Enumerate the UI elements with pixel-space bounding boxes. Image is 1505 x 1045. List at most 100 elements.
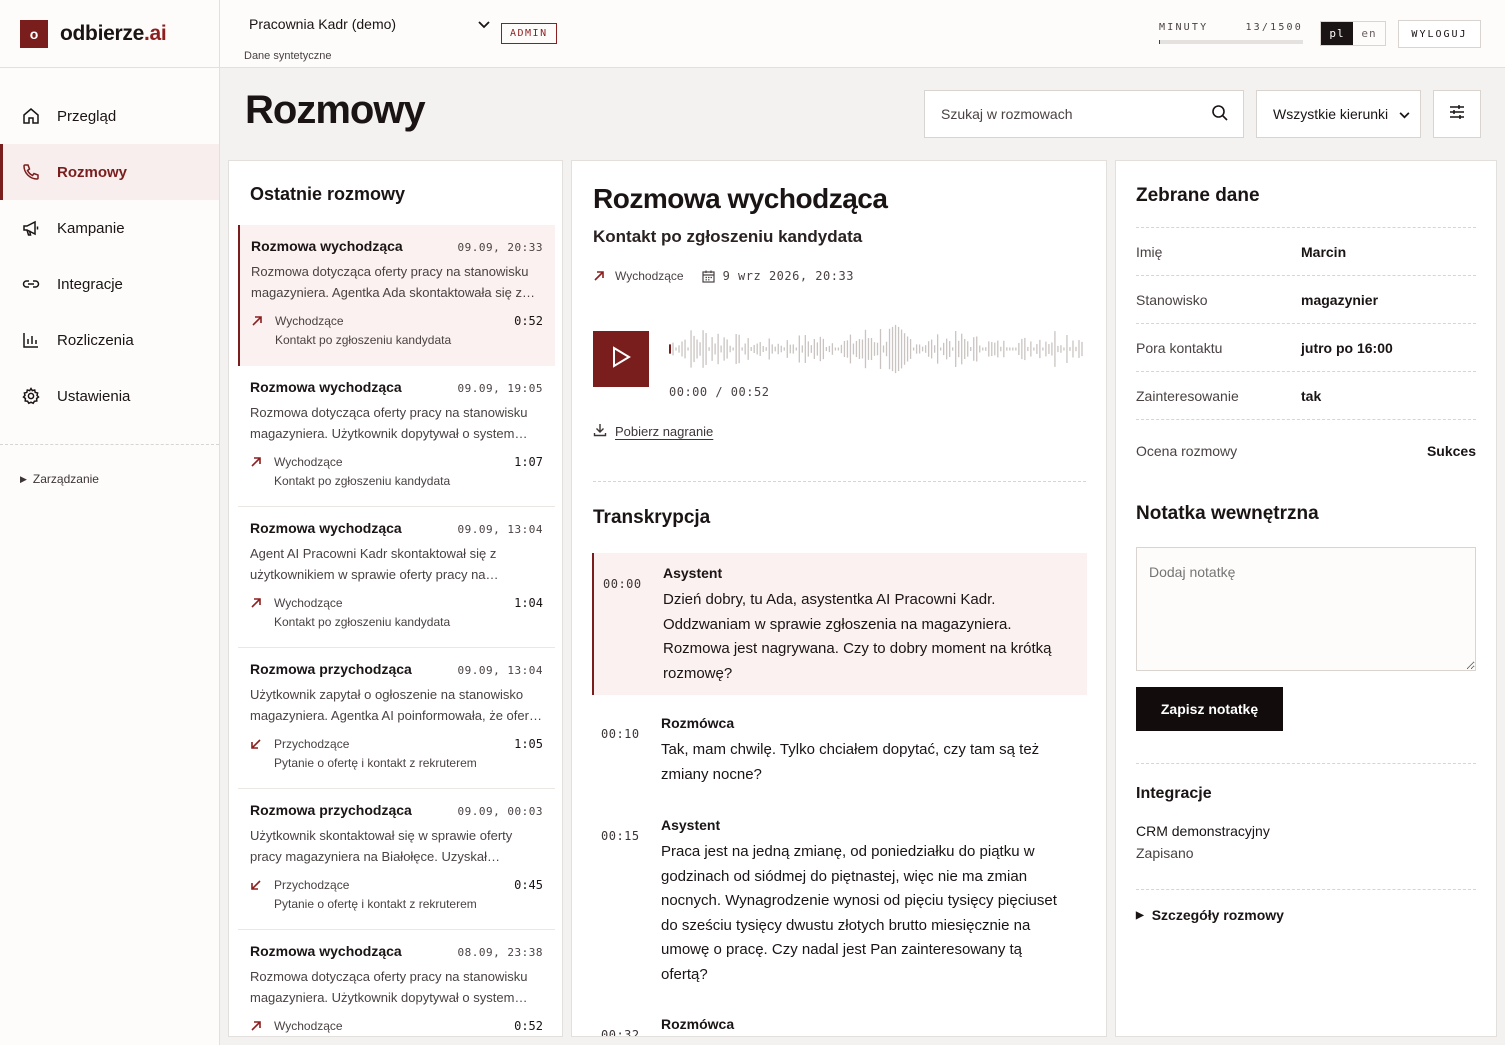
field-value: tak <box>1301 387 1322 404</box>
field-value: magazynier <box>1301 291 1379 308</box>
call-list-item[interactable]: Rozmowa wychodząca 09.09, 13:04 Agent AI P… <box>238 507 555 648</box>
search-icon <box>1211 104 1229 125</box>
sliders-icon <box>1448 103 1466 126</box>
minutes-usage: MINUTY 13/1500 <box>1159 22 1303 44</box>
call-item-summary: Użytkownik skontaktował się w sprawie of… <box>250 828 513 864</box>
call-item-title: Rozmowa wychodząca <box>250 379 402 395</box>
call-item-summary: Użytkownik zapytał o ogłoszenie na stano… <box>250 687 540 723</box>
call-details-toggle[interactable]: ▶ Szczegóły rozmowy <box>1136 907 1284 923</box>
megaphone-icon <box>21 218 41 238</box>
transcript-turn: 00:00 Asystent Dzień dobry, tu Ada, asys… <box>592 553 1087 695</box>
collected-data-panel: Zebrane dane Imię Marcin Stanowisko maga… <box>1115 160 1497 1037</box>
turn-timestamp[interactable]: 00:32 <box>601 1028 640 1036</box>
sidebar-item-billing[interactable]: Rozliczenia <box>0 312 219 368</box>
turn-timestamp[interactable]: 00:10 <box>601 727 640 741</box>
turn-speaker: Asystent <box>661 817 721 833</box>
turn-text: Praca jest na jedną zmianę, od poniedzia… <box>661 843 1057 983</box>
call-item-topic: Pytanie o ofertę i kontakt z rekruterem <box>274 897 477 911</box>
page-title: Rozmowy <box>245 88 426 132</box>
call-item-direction: Wychodzące <box>275 314 344 328</box>
turn-text: Dzień dobry, tu Ada, asystentka AI Praco… <box>663 591 1052 682</box>
call-list-item[interactable]: Rozmowa wychodząca 08.09, 23:38 Rozmowa do… <box>238 930 555 1036</box>
call-item-summary: Rozmowa dotycząca oferty pracy na stanow… <box>251 264 529 300</box>
field-key: Zainteresowanie <box>1136 387 1239 404</box>
transcript-turn: 00:32 Rozmówca <box>592 1004 1087 1036</box>
divider <box>1136 763 1476 764</box>
sidebar-item-integrations[interactable]: Integracje <box>0 256 219 312</box>
topbar: Pracownia Kadr (demo) Dane syntetyczne A… <box>220 0 1505 68</box>
recent-calls-panel: Ostatnie rozmowy Rozmowa wychodząca 09.09… <box>228 160 563 1037</box>
call-item-title: Rozmowa przychodząca <box>250 661 412 677</box>
call-list-item[interactable]: Rozmowa wychodząca 09.09, 19:05 Rozmowa do… <box>238 366 555 507</box>
collected-data-title: Zebrane dane <box>1136 185 1260 206</box>
filters-button[interactable] <box>1433 90 1481 138</box>
call-item-direction-row: Wychodzące 0:52 <box>251 314 543 328</box>
call-item-duration: 1:07 <box>514 455 543 469</box>
outgoing-arrow-icon <box>250 456 274 468</box>
recent-calls-title: Ostatnie rozmowy <box>250 184 406 204</box>
call-item-duration: 0:45 <box>514 878 543 892</box>
outgoing-arrow-icon <box>250 597 274 609</box>
call-date: 9 wrz 2026, 20:33 <box>722 269 854 283</box>
sidebar-item-label: Przegląd <box>57 107 117 125</box>
call-item-summary: Rozmowa dotycząca oferty pracy na stanow… <box>250 405 528 441</box>
language-switch: pl en <box>1320 21 1386 46</box>
call-direction: Wychodzące <box>615 269 684 283</box>
chevron-down-icon <box>478 16 490 32</box>
incoming-arrow-icon <box>250 738 274 750</box>
turn-timestamp[interactable]: 00:15 <box>601 829 640 843</box>
sidebar-item-label: Rozmowy <box>57 163 128 181</box>
call-item-direction-row: Przychodzące 1:05 <box>250 737 543 751</box>
play-button[interactable] <box>593 331 649 387</box>
org-select[interactable]: Pracownia Kadr (demo) <box>244 12 490 36</box>
call-detail-panel: Rozmowa wychodząca Kontakt po zgłoszeniu… <box>571 160 1107 1037</box>
call-item-topic: Kontakt po zgłoszeniu kandydata <box>274 615 451 629</box>
call-item-duration: 0:52 <box>514 314 543 328</box>
call-item-title: Rozmowa wychodząca <box>250 520 402 536</box>
management-toggle[interactable]: ▶ Zarządzanie <box>0 445 219 486</box>
sidebar-item-label: Ustawienia <box>57 387 131 405</box>
lang-en-button[interactable]: en <box>1353 22 1385 45</box>
logout-button[interactable]: WYLOGUJ <box>1398 20 1481 48</box>
org-select-value: Pracownia Kadr (demo) <box>249 16 397 32</box>
call-item-time: 09.09, 20:33 <box>457 241 543 254</box>
call-item-time: 08.09, 23:38 <box>457 946 543 959</box>
sidebar-item-label: Kampanie <box>57 219 125 237</box>
call-item-header: Rozmowa przychodząca 09.09, 13:04 <box>250 661 543 677</box>
sidebar-item-overview[interactable]: Przegląd <box>0 88 219 144</box>
call-item-time: 09.09, 13:04 <box>457 523 543 536</box>
turn-timestamp[interactable]: 00:00 <box>603 577 642 591</box>
download-recording-link[interactable]: Pobierz nagranie <box>593 423 713 440</box>
search-input[interactable]: Szukaj w rozmowach <box>924 90 1244 138</box>
divider <box>1136 889 1476 890</box>
download-label: Pobierz nagranie <box>615 424 714 439</box>
call-item-topic: Pytanie o ofertę i kontakt z rekruterem <box>274 756 477 770</box>
minutes-value: 13/1500 <box>1245 22 1303 33</box>
direction-filter[interactable]: Wszystkie kierunki <box>1256 90 1421 138</box>
field-key: Stanowisko <box>1136 291 1208 308</box>
sidebar: o odbierze.ai Przegląd Rozmowy Kampanie … <box>0 0 220 1045</box>
call-list-item[interactable]: Rozmowa przychodząca 09.09, 13:04 Użytkown… <box>238 648 555 789</box>
audio-clock: 00:00 / 00:52 <box>669 385 770 399</box>
outgoing-arrow-icon <box>593 270 615 282</box>
save-note-button[interactable]: Zapisz notatkę <box>1136 687 1283 731</box>
bar-chart-icon <box>21 330 41 350</box>
call-score-key: Ocena rozmowy <box>1136 442 1238 459</box>
call-item-summary: Rozmowa dotycząca oferty pracy na stanow… <box>250 969 528 1005</box>
outgoing-arrow-icon <box>250 1020 274 1032</box>
call-item-time: 09.09, 00:03 <box>457 805 543 818</box>
lang-pl-button[interactable]: pl <box>1321 22 1353 45</box>
turn-speaker: Rozmówca <box>661 1016 735 1032</box>
internal-note-input[interactable] <box>1136 547 1476 671</box>
home-icon <box>21 106 41 126</box>
call-list-item[interactable]: Rozmowa wychodząca 09.09, 20:33 Rozmowa do… <box>238 225 555 366</box>
phone-icon <box>21 162 41 182</box>
logo-mark: o <box>20 19 48 48</box>
sidebar-item-settings[interactable]: Ustawienia <box>0 368 219 424</box>
field-key: Pora kontaktu <box>1136 339 1223 356</box>
field-row: Pora kontaktu jutro po 16:00 <box>1136 323 1476 371</box>
call-list-item[interactable]: Rozmowa przychodząca 09.09, 00:03 Użytkown… <box>238 789 555 930</box>
sidebar-item-campaigns[interactable]: Kampanie <box>0 200 219 256</box>
logo[interactable]: o odbierze.ai <box>0 0 219 68</box>
sidebar-item-calls[interactable]: Rozmowy <box>0 144 219 200</box>
